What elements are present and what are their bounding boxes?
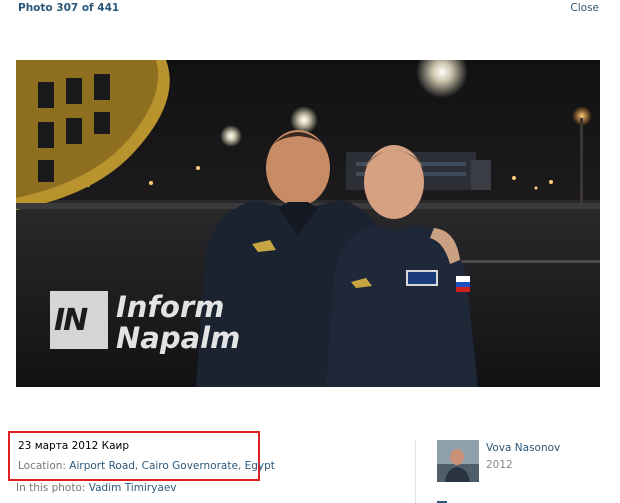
location-country-link[interactable]: Egypt: [245, 460, 275, 472]
watermark-text-line1: Inform: [116, 290, 225, 324]
sidebar-divider: [415, 440, 416, 503]
tagged-label: In this photo:: [16, 482, 89, 494]
location-separator: ,: [134, 460, 142, 472]
photo-viewer-image[interactable]: IN Inform Napalm: [16, 60, 600, 387]
location-separator: ,: [237, 460, 245, 472]
watermark-logo: IN: [50, 291, 108, 349]
owner-avatar[interactable]: [437, 440, 479, 482]
truncated-text-icon: [437, 501, 447, 503]
owner-name-link[interactable]: Vova Nasonov: [486, 442, 560, 454]
location-governorate-link[interactable]: Cairo Governorate: [142, 460, 238, 472]
photo-counter: Photo 307 of 441: [18, 2, 120, 14]
location-label: Location:: [18, 460, 70, 472]
truncated-link[interactable]: [437, 495, 449, 503]
watermark-logo-text: IN: [54, 303, 88, 338]
tagged-people: In this photo: Vadim Timiryaev: [16, 482, 177, 494]
photo-date-caption: 23 марта 2012 Каир: [18, 440, 130, 452]
viewer-header: Photo 307 of 441 Close: [0, 0, 620, 18]
tagged-person-link[interactable]: Vadim Timiryaev: [89, 482, 177, 494]
avatar-image: [437, 440, 479, 482]
watermark: IN Inform Napalm: [50, 285, 280, 360]
watermark-text-line2: Napalm: [116, 321, 241, 355]
owner-year: 2012: [486, 459, 513, 471]
close-button[interactable]: Close: [570, 2, 599, 14]
photo-details-highlight: 23 марта 2012 Каир Location: Airport Roa…: [8, 431, 275, 481]
location-road-link[interactable]: Airport Road: [69, 460, 135, 472]
photo-location: Location: Airport Road, Cairo Governorat…: [18, 460, 275, 472]
